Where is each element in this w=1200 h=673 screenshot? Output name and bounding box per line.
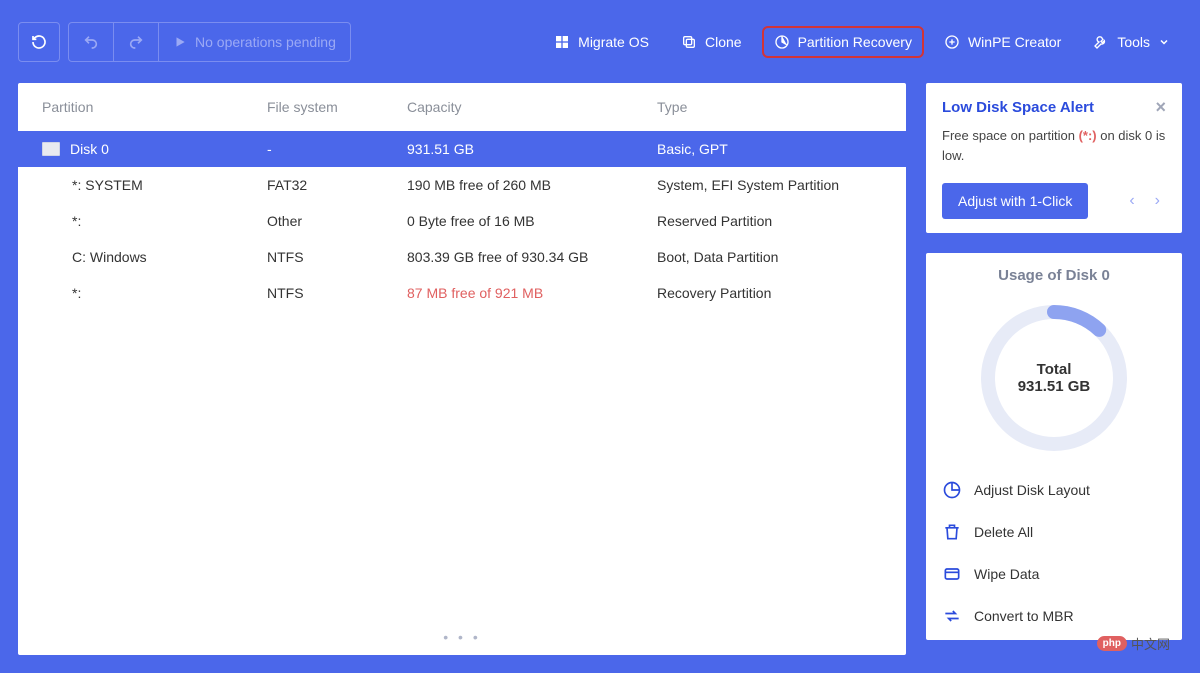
table-header-row: Partition File system Capacity Type — [18, 83, 906, 131]
usage-center-value: 931.51 GB — [1018, 378, 1091, 395]
convert-icon — [942, 606, 962, 626]
clone-button[interactable]: Clone — [669, 26, 754, 58]
usage-center-label: Total — [1037, 361, 1072, 378]
header-type: Type — [657, 99, 882, 115]
wipe-data-button[interactable]: Wipe Data — [942, 564, 1166, 584]
top-toolbar: No operations pending Migrate OS Clone P… — [0, 0, 1200, 83]
partition-capacity: 190 MB free of 260 MB — [407, 177, 657, 193]
alert-next-button[interactable]: › — [1149, 188, 1166, 214]
alert-title: Low Disk Space Alert — [942, 99, 1094, 116]
adjust-layout-label: Adjust Disk Layout — [974, 482, 1090, 498]
convert-mbr-button[interactable]: Convert to MBR — [942, 606, 1166, 626]
disk-actions-list: Adjust Disk Layout Delete All Wipe Data … — [942, 480, 1166, 626]
header-partition: Partition — [42, 99, 267, 115]
convert-mbr-label: Convert to MBR — [974, 608, 1074, 624]
refresh-icon — [31, 33, 47, 51]
tools-label: Tools — [1117, 34, 1150, 50]
recovery-label: Partition Recovery — [798, 34, 912, 50]
usage-donut-chart: Total 931.51 GB — [974, 298, 1134, 458]
partition-name: *: — [72, 285, 81, 301]
close-icon[interactable]: × — [1155, 97, 1166, 118]
disk-usage-card: Usage of Disk 0 Total 931.51 GB Adjust D… — [926, 253, 1182, 640]
run-pending-button[interactable]: No operations pending — [159, 23, 350, 61]
pie-icon — [774, 34, 790, 50]
wipe-icon — [942, 564, 962, 584]
content-area: Partition File system Capacity Type Disk… — [0, 83, 1200, 673]
grid-icon — [554, 34, 570, 50]
alert-partition-name: (*:) — [1079, 128, 1097, 143]
partition-table-panel: Partition File system Capacity Type Disk… — [18, 83, 906, 655]
winpe-label: WinPE Creator — [968, 34, 1061, 50]
partition-capacity: 87 MB free of 921 MB — [407, 285, 657, 301]
resize-handle[interactable]: • • • — [18, 623, 906, 651]
partition-type: Recovery Partition — [657, 285, 882, 301]
disk-icon — [42, 142, 60, 156]
tools-menu-button[interactable]: Tools — [1081, 26, 1182, 58]
header-capacity: Capacity — [407, 99, 657, 115]
partition-name: *: SYSTEM — [72, 177, 143, 193]
alert-text-before: Free space on partition — [942, 128, 1079, 143]
redo-button[interactable] — [114, 23, 159, 61]
partition-recovery-button[interactable]: Partition Recovery — [762, 26, 924, 58]
pending-label: No operations pending — [195, 34, 336, 50]
partition-capacity: 0 Byte free of 16 MB — [407, 213, 657, 229]
adjust-one-click-button[interactable]: Adjust with 1-Click — [942, 183, 1088, 219]
delete-all-label: Delete All — [974, 524, 1033, 540]
partition-fs: NTFS — [267, 249, 407, 265]
alert-text: Free space on partition (*:) on disk 0 i… — [942, 126, 1166, 165]
partition-name: C: Windows — [72, 249, 147, 265]
header-filesystem: File system — [267, 99, 407, 115]
winpe-creator-button[interactable]: WinPE Creator — [932, 26, 1073, 58]
disk-name: Disk 0 — [70, 141, 109, 157]
partition-row[interactable]: *: SYSTEM FAT32190 MB free of 260 MBSyste… — [18, 167, 906, 203]
plus-circle-icon — [944, 34, 960, 50]
partition-type: Boot, Data Partition — [657, 249, 882, 265]
partition-fs: Other — [267, 213, 407, 229]
partition-name: *: — [72, 213, 81, 229]
delete-all-button[interactable]: Delete All — [942, 522, 1166, 542]
partition-fs: FAT32 — [267, 177, 407, 193]
disk-fs: - — [267, 141, 407, 157]
partition-type: Reserved Partition — [657, 213, 882, 229]
partition-row[interactable]: C: Windows NTFS803.39 GB free of 930.34 G… — [18, 239, 906, 275]
partition-row[interactable]: *: NTFS87 MB free of 921 MBRecovery Parti… — [18, 275, 906, 311]
partition-type: System, EFI System Partition — [657, 177, 882, 193]
wipe-data-label: Wipe Data — [974, 566, 1039, 582]
sidebar: Low Disk Space Alert × Free space on par… — [926, 83, 1182, 655]
disk-type: Basic, GPT — [657, 141, 882, 157]
trash-icon — [942, 522, 962, 542]
disk-capacity: 931.51 GB — [407, 141, 657, 157]
refresh-button[interactable] — [18, 22, 60, 62]
adjust-layout-button[interactable]: Adjust Disk Layout — [942, 480, 1166, 500]
wrench-icon — [1093, 34, 1109, 50]
partition-row[interactable]: *: Other0 Byte free of 16 MBReserved Part… — [18, 203, 906, 239]
alert-prev-button[interactable]: ‹ — [1123, 188, 1140, 214]
undo-button[interactable] — [69, 23, 114, 61]
pie-chart-icon — [942, 480, 962, 500]
usage-title: Usage of Disk 0 — [942, 267, 1166, 284]
migrate-label: Migrate OS — [578, 34, 649, 50]
chevron-down-icon — [1158, 36, 1170, 48]
play-icon — [173, 35, 187, 49]
migrate-os-button[interactable]: Migrate OS — [542, 26, 661, 58]
partition-capacity: 803.39 GB free of 930.34 GB — [407, 249, 657, 265]
clone-label: Clone — [705, 34, 742, 50]
partition-fs: NTFS — [267, 285, 407, 301]
history-group: No operations pending — [68, 22, 351, 62]
undo-icon — [83, 34, 99, 50]
redo-icon — [128, 34, 144, 50]
disk-row[interactable]: Disk 0 - 931.51 GB Basic, GPT — [18, 131, 906, 167]
low-space-alert-card: Low Disk Space Alert × Free space on par… — [926, 83, 1182, 233]
clone-icon — [681, 34, 697, 50]
